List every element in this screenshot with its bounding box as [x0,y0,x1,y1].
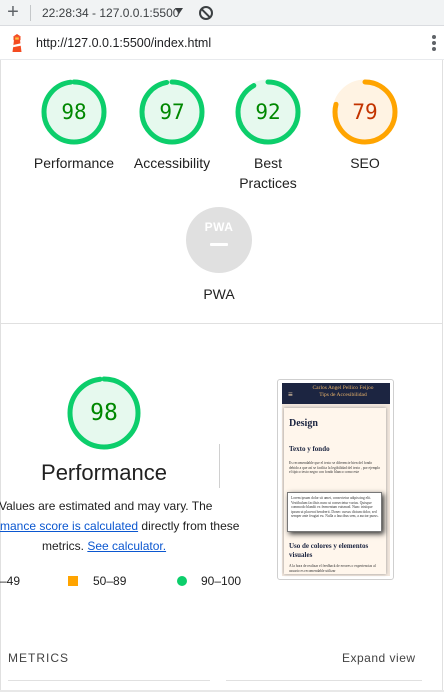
vertical-separator [219,444,220,488]
expand-view-link[interactable]: Expand view [342,651,416,665]
thumbnail-brand-line2: Tips de Accesibilidad [319,392,367,398]
report-frame-right [442,60,443,692]
gauge-label-accessibility[interactable]: Accessibility [117,153,227,173]
thumbnail-header: ≡ Carlos Angel Pellico Feijoo Tips de Ac… [282,383,390,404]
browser-tab-strip: + 22:28:34 - 127.0.0.1:5500 [0,0,444,26]
performance-note-line3: metrics. See calculator. [42,536,166,556]
thumbnail-card: Design Texto y fondo Es recomendable que… [284,408,386,574]
performance-title: Performance [41,460,167,485]
thumbnail-paragraph-1: Es recomendable que el texto se diferenc… [289,461,381,475]
gauge-score: 98 [61,100,87,124]
report-frame-left [0,60,1,692]
legend-average-square-icon [68,576,78,586]
performance-note-line1: Values are estimated and may vary. The [0,499,213,513]
legend-fail-range: –49 [0,574,21,588]
thumbnail-lorem-box: Lorem ipsum dolor sit amet, consectetur … [287,492,382,532]
block-icon[interactable] [199,6,213,20]
metrics-label: METRICS [8,651,69,665]
tab-title[interactable]: 22:28:34 - 127.0.0.1:5500 [42,6,179,20]
thumbnail-body: Design Texto y fondo Es recomendable que… [282,404,390,576]
thumbnail-subheading-1: Texto y fondo [289,445,330,453]
legend-pass-range: 90–100 [201,574,242,588]
more-options-kebab-icon[interactable] [431,34,437,52]
tab-separator [30,5,31,21]
page-screenshot-thumbnail[interactable]: ≡ Carlos Angel Pellico Feijoo Tips de Ac… [277,379,394,580]
url-text[interactable]: http://127.0.0.1:5500/index.html [36,36,211,50]
gauge-performance[interactable]: 98 [41,79,107,145]
gauge-score: 97 [159,100,185,124]
performance-note-line3-text: metrics. [42,539,88,553]
gauge-label-performance[interactable]: Performance [19,153,129,173]
gauge-label-seo[interactable]: SEO [310,153,420,173]
see-calculator-link[interactable]: See calculator. [87,539,166,553]
gauge-score: 79 [352,100,378,124]
metrics-rule-right [226,680,422,681]
performance-note-line2: mance score is calculated directly from … [0,516,239,536]
lighthouse-icon [12,34,22,52]
gauge-score: 92 [255,100,281,124]
tab-dropdown-caret-icon[interactable] [175,8,183,14]
thumbnail-heading: Design [289,418,318,429]
performance-detail-gauge: 98 [67,376,141,450]
score-calculated-link[interactable]: mance score is calculated [0,519,138,533]
gauge-label-best-practices[interactable]: Best Practices [228,153,308,193]
thumbnail-subheading-2: Uso de colores y elementos visuales [289,542,369,559]
pwa-badge-text: PWA [204,220,234,234]
thumbnail-brand-line1: Carlos Angel Pellico Feijoo [312,385,374,391]
pwa-dash-icon [210,243,228,246]
thumbnail-box-text: Lorem ipsum dolor sit amet, consectetur … [291,496,379,519]
thumbnail-brand: Carlos Angel Pellico Feijoo Tips de Acce… [300,385,386,399]
gauge-seo[interactable]: 79 [332,79,398,145]
gauge-label-pwa[interactable]: PWA [164,284,274,304]
performance-note-line2-text: directly from these [138,519,240,533]
gauge-accessibility[interactable]: 97 [139,79,205,145]
section-divider [0,323,443,324]
legend-pass-circle-icon [177,576,187,586]
pwa-badge[interactable]: PWA [186,207,252,273]
legend-average-range: 50–89 [93,574,127,588]
metrics-rule-left [8,680,210,681]
gauge-score: 98 [90,400,118,426]
new-tab-plus-icon[interactable]: + [4,1,22,23]
thumbnail-menu-icon: ≡ [288,390,293,399]
address-bar: http://127.0.0.1:5500/index.html [0,26,444,60]
thumbnail-paragraph-2: A la hora de realizar el feedback de err… [289,564,376,573]
gauge-best-practices[interactable]: 92 [235,79,301,145]
